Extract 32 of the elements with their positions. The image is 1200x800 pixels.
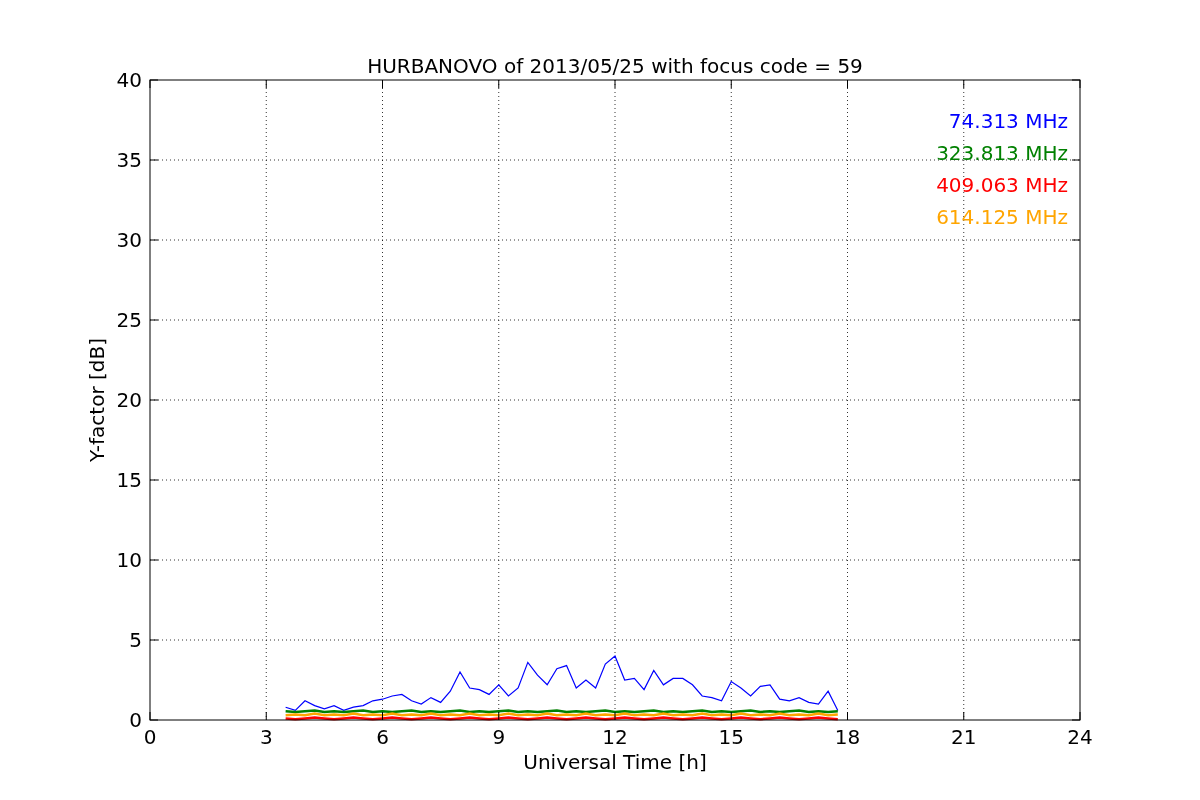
y-tick-label: 10 [116,548,142,572]
y-tick-label: 5 [129,628,142,652]
y-tick-label: 25 [116,308,142,332]
legend-label: 74.313 MHz [948,109,1068,133]
x-axis-label: Universal Time [h] [523,750,707,774]
x-tick-label: 3 [259,725,273,749]
tick-mark [382,711,383,721]
x-tick-label: 18 [834,725,861,749]
y-tick-label: 35 [116,148,142,172]
x-tick-label: 21 [951,725,977,749]
y-tick-label: 15 [116,468,142,492]
y-tick-label: 40 [116,68,142,92]
legend-label: 323.813 MHz [936,141,1068,165]
x-tick-label: 6 [376,725,389,749]
y-tick-label: 0 [129,708,142,732]
tick-mark [265,711,267,721]
x-tick-label: 15 [718,725,744,749]
x-tick-label: 9 [492,725,506,749]
y-tick-label: 20 [116,388,142,412]
x-tick-label: 24 [1067,725,1093,749]
x-tick-label: 12 [602,725,628,749]
y-tick-label: 30 [116,228,142,252]
x-tick-label: 0 [143,725,157,749]
tick-mark [847,711,848,721]
tick-mark [730,711,732,721]
tick-mark [614,711,616,721]
y-axis-label: Y-factor [dB] [85,338,109,462]
tick-mark [498,711,500,721]
chart-title: HURBANOVO of 2013/05/25 with focus code = 59 [367,54,863,78]
tick-mark [963,711,965,721]
legend-label: 614.125 MHz [936,205,1068,229]
legend-label: 409.063 MHz [936,173,1068,197]
